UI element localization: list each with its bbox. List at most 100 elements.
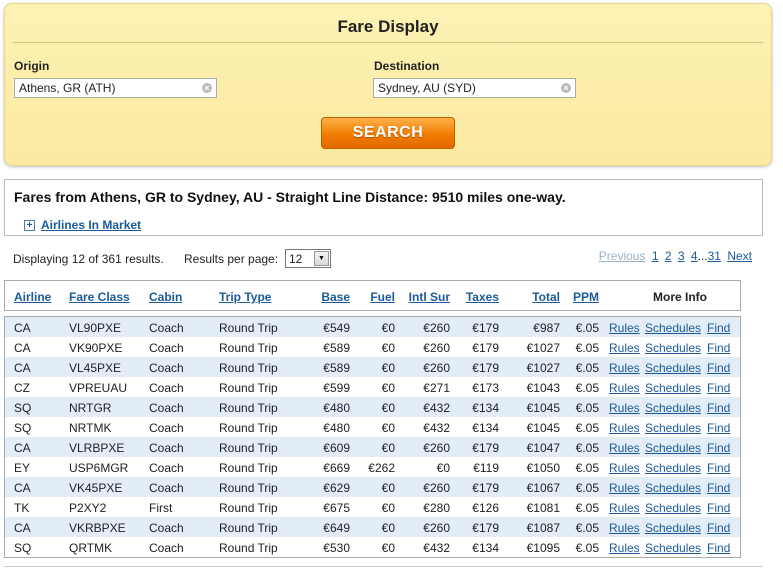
- schedules-link[interactable]: Schedules: [645, 541, 701, 555]
- cell-ppm: €.05: [575, 541, 599, 555]
- rules-link[interactable]: Rules: [609, 461, 640, 475]
- cell-intl-sur: €432: [423, 401, 450, 415]
- cell-taxes: €179: [472, 481, 499, 495]
- find-link[interactable]: Find: [707, 521, 730, 535]
- cell-intl-sur: €260: [423, 341, 450, 355]
- schedules-link[interactable]: Schedules: [645, 421, 701, 435]
- pager-page-1[interactable]: 1: [652, 249, 659, 263]
- find-link[interactable]: Find: [707, 461, 730, 475]
- cell-cabin: Coach: [149, 541, 184, 555]
- cell-fare-class: QRTMK: [69, 541, 113, 555]
- rules-link[interactable]: Rules: [609, 381, 640, 395]
- rules-link[interactable]: Rules: [609, 441, 640, 455]
- chevron-down-icon[interactable]: ▼: [314, 251, 329, 266]
- find-link[interactable]: Find: [707, 501, 730, 515]
- rules-link[interactable]: Rules: [609, 401, 640, 415]
- cell-base: €649: [323, 521, 350, 535]
- rules-link[interactable]: Rules: [609, 421, 640, 435]
- pager-page-3[interactable]: 3: [678, 249, 685, 263]
- destination-field[interactable]: Sydney, AU (SYD) ×: [373, 78, 576, 98]
- cell-taxes: €179: [472, 361, 499, 375]
- table-row: SQ QRTMK Coach Round Trip €530 €0 €432 €134 €109…: [5, 537, 740, 557]
- cell-trip-type: Round Trip: [219, 541, 278, 555]
- find-link[interactable]: Find: [707, 441, 730, 455]
- cell-base: €609: [323, 441, 350, 455]
- cell-cabin: Coach: [149, 421, 184, 435]
- cell-total: €1081: [526, 501, 560, 515]
- cell-base: €669: [323, 461, 350, 475]
- schedules-link[interactable]: Schedules: [645, 461, 701, 475]
- find-link[interactable]: Find: [707, 321, 730, 335]
- col-total[interactable]: Total: [532, 290, 560, 304]
- results-per-page-value[interactable]: 12: [289, 252, 314, 266]
- find-link[interactable]: Find: [707, 481, 730, 495]
- cell-intl-sur: €0: [436, 461, 450, 475]
- rules-link[interactable]: Rules: [609, 521, 640, 535]
- col-base[interactable]: Base: [321, 290, 350, 304]
- rules-link[interactable]: Rules: [609, 541, 640, 555]
- col-fuel[interactable]: Fuel: [370, 290, 395, 304]
- rules-link[interactable]: Rules: [609, 501, 640, 515]
- cell-trip-type: Round Trip: [219, 481, 278, 495]
- cell-fare-class: USP6MGR: [69, 461, 129, 475]
- col-cabin[interactable]: Cabin: [149, 290, 182, 304]
- cell-fuel: €0: [381, 401, 395, 415]
- find-link[interactable]: Find: [707, 381, 730, 395]
- find-link[interactable]: Find: [707, 341, 730, 355]
- rules-link[interactable]: Rules: [609, 481, 640, 495]
- origin-value[interactable]: Athens, GR (ATH): [19, 81, 202, 95]
- col-ppm[interactable]: PPM: [573, 290, 599, 304]
- cell-trip-type: Round Trip: [219, 441, 278, 455]
- col-trip-type[interactable]: Trip Type: [219, 290, 271, 304]
- find-link[interactable]: Find: [707, 361, 730, 375]
- schedules-link[interactable]: Schedules: [645, 401, 701, 415]
- pager-next[interactable]: Next: [727, 249, 752, 263]
- schedules-link[interactable]: Schedules: [645, 521, 701, 535]
- schedules-link[interactable]: Schedules: [645, 441, 701, 455]
- cell-fare-class: VL45PXE: [69, 361, 122, 375]
- schedules-link[interactable]: Schedules: [645, 341, 701, 355]
- cell-airline: CA: [14, 321, 31, 335]
- pager-last-page[interactable]: 31: [708, 249, 721, 263]
- destination-value[interactable]: Sydney, AU (SYD): [378, 81, 561, 95]
- cell-ppm: €.05: [575, 361, 599, 375]
- cell-taxes: €179: [472, 441, 499, 455]
- col-intl-sur[interactable]: Intl Sur: [409, 290, 450, 304]
- rules-link[interactable]: Rules: [609, 321, 640, 335]
- clear-destination-icon[interactable]: ×: [561, 83, 571, 93]
- origin-field[interactable]: Athens, GR (ATH) ×: [14, 78, 217, 98]
- cell-base: €589: [323, 341, 350, 355]
- schedules-link[interactable]: Schedules: [645, 501, 701, 515]
- cell-intl-sur: €432: [423, 541, 450, 555]
- rules-link[interactable]: Rules: [609, 361, 640, 375]
- schedules-link[interactable]: Schedules: [645, 361, 701, 375]
- cell-fare-class: VPREUAU: [69, 381, 128, 395]
- results-per-page-select[interactable]: 12 ▼: [285, 249, 331, 268]
- cell-cabin: Coach: [149, 461, 184, 475]
- col-taxes[interactable]: Taxes: [466, 290, 499, 304]
- route-summary: Fares from Athens, GR to Sydney, AU - St…: [14, 189, 566, 205]
- find-link[interactable]: Find: [707, 401, 730, 415]
- pager-page-4[interactable]: 4: [691, 249, 698, 263]
- pager-previous: Previous: [598, 249, 646, 263]
- cell-fuel: €262: [368, 461, 395, 475]
- find-link[interactable]: Find: [707, 541, 730, 555]
- expand-plus-icon[interactable]: +: [24, 220, 35, 231]
- cell-fare-class: VK45PXE: [69, 481, 123, 495]
- cell-taxes: €179: [472, 341, 499, 355]
- search-button[interactable]: SEARCH: [321, 117, 455, 149]
- col-airline[interactable]: Airline: [14, 290, 51, 304]
- col-fare-class[interactable]: Fare Class: [69, 290, 130, 304]
- clear-origin-icon[interactable]: ×: [202, 83, 212, 93]
- schedules-link[interactable]: Schedules: [645, 321, 701, 335]
- rules-link[interactable]: Rules: [609, 341, 640, 355]
- cell-fare-class: NRTMK: [69, 421, 112, 435]
- schedules-link[interactable]: Schedules: [645, 481, 701, 495]
- find-link[interactable]: Find: [707, 421, 730, 435]
- pager-page-2[interactable]: 2: [665, 249, 672, 263]
- schedules-link[interactable]: Schedules: [645, 381, 701, 395]
- cell-fare-class: VK90PXE: [69, 341, 123, 355]
- table-row: TK P2XY2 First Round Trip €675 €0 €280 €126 €108…: [5, 497, 740, 517]
- cell-fare-class: NRTGR: [69, 401, 112, 415]
- airlines-in-market-link[interactable]: Airlines In Market: [41, 218, 141, 232]
